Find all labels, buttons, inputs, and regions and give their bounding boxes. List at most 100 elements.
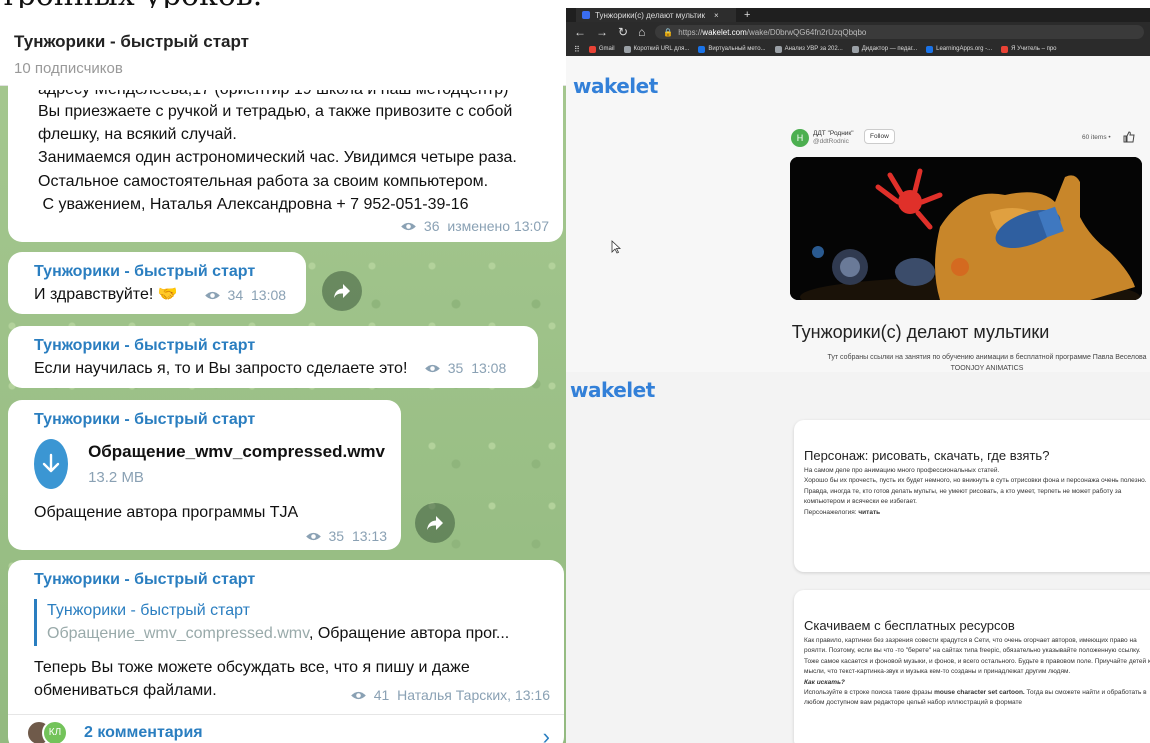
address-bar[interactable]: 🔒 https://wakelet.com/wake/D0brwQG64fn2r… bbox=[655, 25, 1144, 39]
card-paragraph: Правда, иногда те, кто готов делать муль… bbox=[804, 487, 1122, 506]
message-bubble[interactable]: Тунжорики - быстрый старт Обращение_wmv_… bbox=[8, 400, 401, 550]
subscriber-count: 10 подписчиков bbox=[14, 60, 123, 77]
comments-button[interactable]: КЛ 2 комментария › bbox=[8, 714, 564, 743]
cover-image bbox=[790, 157, 1142, 300]
wakelet-logo[interactable]: wakelet bbox=[570, 378, 655, 402]
forward-button[interactable] bbox=[322, 271, 362, 311]
forward-button[interactable] bbox=[415, 503, 455, 543]
browser-tab[interactable]: Тунжорики(с) делают мультики × bbox=[576, 8, 736, 22]
reply-text: Обращение_wmv_compressed.wmv, Обращение … bbox=[47, 622, 548, 645]
card-bold-text: mouse character set cartoon. bbox=[934, 688, 1025, 696]
author-handle: @ddtRodnic bbox=[813, 138, 849, 146]
file-attachment[interactable]: Обращение_wmv_compressed.wmv 13.2 MB bbox=[34, 439, 385, 490]
bookmark-favicon-icon bbox=[623, 45, 631, 53]
message-bubble[interactable]: Тунжорики - быстрый старт Тунжорики - бы… bbox=[8, 560, 564, 743]
apps-icon[interactable]: ⠿ bbox=[574, 45, 580, 54]
forward-nav-icon[interactable]: → bbox=[596, 25, 608, 39]
url-prefix: https:// bbox=[678, 27, 703, 37]
message-meta: 35 13:08 bbox=[424, 360, 506, 376]
message-line: Теперь Вы тоже можете обсуждать все, что… bbox=[34, 658, 470, 676]
bookmark-label: Короткий URL для... bbox=[633, 46, 690, 52]
message-bubble[interactable]: Тунжорики - быстрый старт И здравствуйте… bbox=[8, 252, 306, 314]
back-icon[interactable]: ← bbox=[574, 25, 586, 39]
author-avatar[interactable]: Н bbox=[791, 129, 809, 147]
bookmarks-bar: ⠿ Gmail Короткий URL для... Виртуальный ме… bbox=[566, 42, 1150, 56]
wakelet-card[interactable]: ⋮ Персонаж: рисовать, скачать, где взять… bbox=[794, 420, 1150, 572]
bookmark-item[interactable]: Я Учитель – про bbox=[1001, 45, 1057, 53]
message-line: С уважением, Наталья Александровна + 7 9… bbox=[38, 195, 469, 213]
bookmark-label: Дидактор — педаг... bbox=[861, 46, 918, 52]
views-icon bbox=[305, 532, 321, 540]
views-icon bbox=[425, 365, 440, 373]
message-time: 13:13 bbox=[351, 527, 387, 544]
card-question: Как искать? bbox=[804, 678, 845, 686]
like-icon[interactable] bbox=[1123, 131, 1135, 143]
url-host: wakelet.com bbox=[702, 27, 747, 37]
download-button[interactable] bbox=[34, 439, 69, 490]
tab-strip: Тунжорики(с) делают мультики × + bbox=[566, 8, 1150, 22]
browser-window: Тунжорики(с) делают мультики × + ← → ↻ ⌂… bbox=[566, 8, 1150, 372]
bookmark-item[interactable]: Короткий URL для... bbox=[623, 45, 690, 53]
tab-title: Тунжорики(с) делают мультики bbox=[595, 10, 705, 20]
message-meta: 36 изменено 13:07 bbox=[400, 216, 549, 236]
views-count: 41 bbox=[373, 687, 390, 703]
message-line: Вы приезжаете с ручкой и тетрадью, а так… bbox=[38, 103, 513, 120]
close-icon[interactable]: × bbox=[714, 11, 719, 20]
home-icon[interactable]: ⌂ bbox=[638, 25, 645, 39]
message-sender[interactable]: Тунжорики - быстрый старт bbox=[34, 334, 522, 357]
reply-caption: , Обращение автора прог... bbox=[308, 625, 510, 643]
message-time: 13:08 bbox=[251, 286, 287, 303]
views-icon bbox=[401, 222, 416, 230]
forward-icon bbox=[334, 284, 350, 298]
bookmark-label: Анализ УВР за 202... bbox=[784, 46, 843, 52]
reply-sender: Тунжорики - быстрый старт bbox=[47, 602, 250, 620]
card-title[interactable]: Скачиваем с бесплатных ресурсов bbox=[804, 618, 1150, 633]
wakelet-page: wakelet Н ДДТ "Родник" @ddtRodnic Follow… bbox=[566, 56, 1150, 372]
reply-quote[interactable]: Тунжорики - быстрый старт Обращение_wmv_… bbox=[34, 599, 548, 646]
file-name[interactable]: Обращение_wmv_compressed.wmv bbox=[88, 440, 385, 465]
bookmark-label: LearningApps.org -... bbox=[936, 46, 993, 52]
card-paragraph: Хорошо бы их прочесть, пусть их будет не… bbox=[804, 477, 1147, 485]
message-meta: 35 13:13 bbox=[305, 526, 387, 546]
bookmark-favicon-icon bbox=[1001, 45, 1009, 53]
bookmark-favicon-icon bbox=[851, 45, 859, 53]
new-tab-icon[interactable]: + bbox=[744, 9, 750, 21]
views-count: 35 bbox=[447, 360, 464, 377]
author-info[interactable]: ДДТ "Родник" @ddtRodnic bbox=[813, 130, 854, 147]
reload-icon[interactable]: ↻ bbox=[618, 25, 628, 39]
message-line: Остальное самостоятельная работа за свои… bbox=[38, 172, 489, 190]
forward-icon bbox=[427, 516, 443, 530]
bookmark-item[interactable]: Анализ УВР за 202... bbox=[774, 45, 843, 53]
wakelet-logo[interactable]: wakelet bbox=[573, 74, 658, 98]
message-text-cut: адресу Менделеева,17 (ориентир 19 школа … bbox=[38, 90, 547, 100]
message-sender[interactable]: Тунжорики - быстрый старт bbox=[34, 568, 548, 591]
card-link[interactable]: читать bbox=[858, 509, 880, 516]
message-line: Занимаемся один астрономический час. Уви… bbox=[38, 149, 517, 167]
message-meta: 34 13:08 bbox=[204, 285, 286, 305]
document-fragment: тронных уроков. bbox=[0, 0, 560, 8]
wakelet-card[interactable]: ⋮ Скачиваем с бесплатных ресурсов Как пр… bbox=[794, 590, 1150, 743]
message-bubble[interactable]: Тунжорики - быстрый старт Если научилась… bbox=[8, 326, 538, 388]
message-bubble[interactable]: адресу Менделеева,17 (ориентир 19 школа … bbox=[8, 78, 563, 242]
bookmark-item[interactable]: Gmail bbox=[588, 45, 615, 53]
message-text: Если научилась я, то и Вы запросто сдела… bbox=[34, 360, 408, 378]
card-paragraph: Персонажелогия: читать bbox=[804, 508, 1150, 518]
channel-header[interactable]: Тунжорики - быстрый старт 10 подписчиков bbox=[0, 8, 566, 86]
message-sender[interactable]: Тунжорики - быстрый старт bbox=[34, 260, 290, 283]
comments-label: 2 комментария bbox=[84, 724, 203, 742]
toy-figures-illustration bbox=[790, 157, 1142, 300]
bookmark-item[interactable]: LearningApps.org -... bbox=[926, 45, 993, 53]
message-sender[interactable]: Тунжорики - быстрый старт bbox=[34, 408, 385, 431]
collection-description: Тут собраны ссылки на занятия по обучени… bbox=[827, 354, 1147, 372]
tab-favicon bbox=[582, 11, 590, 19]
bookmark-favicon-icon bbox=[926, 45, 934, 53]
bookmark-item[interactable]: Дидактор — педаг... bbox=[851, 45, 918, 53]
bookmark-item[interactable]: Виртуальный мето... bbox=[698, 45, 766, 53]
views-count: 36 bbox=[423, 217, 440, 234]
follow-button[interactable]: Follow bbox=[864, 129, 895, 144]
card-paragraph: Как правило, картинки без зазрения совес… bbox=[804, 637, 1141, 655]
bookmark-favicon-icon bbox=[774, 45, 782, 53]
message-author-time: Наталья Тарских, 13:16 bbox=[397, 687, 550, 703]
collection-title: Тунжорики(с) делают мультики bbox=[791, 322, 1050, 342]
card-title[interactable]: Персонаж: рисовать, скачать, где взять? bbox=[804, 448, 1150, 463]
